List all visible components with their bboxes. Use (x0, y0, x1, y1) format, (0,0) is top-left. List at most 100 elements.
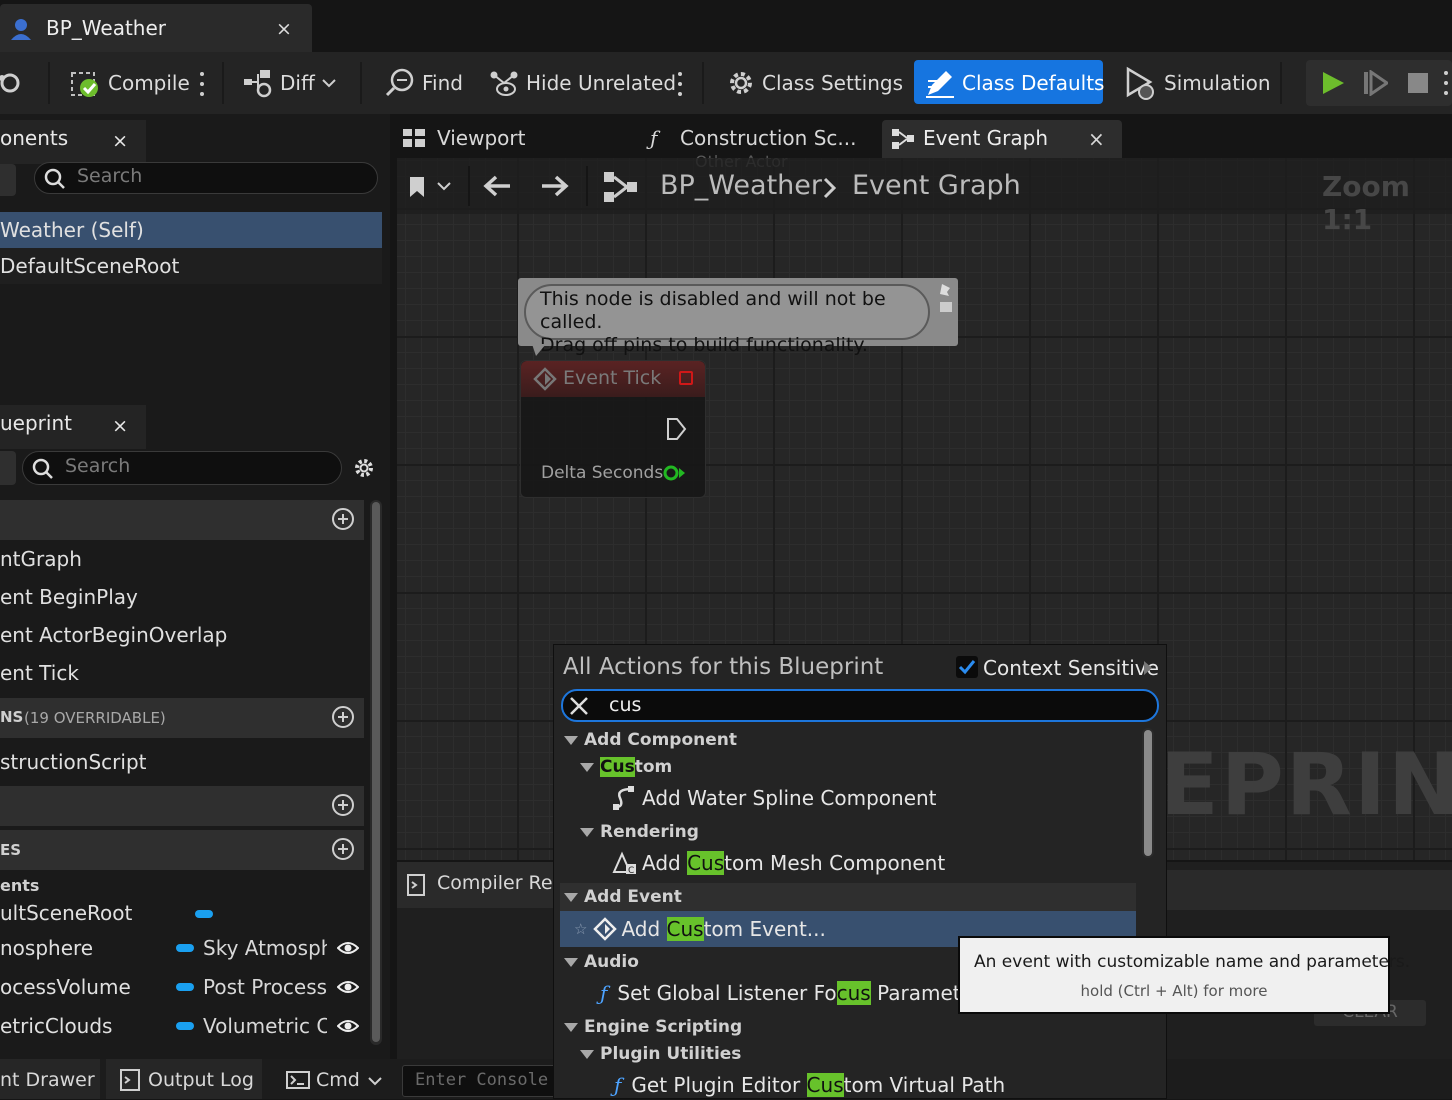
document-tab[interactable]: BP_Weather × (0, 4, 312, 52)
compile-button[interactable]: Compile (70, 60, 190, 106)
action-add-custom-mesh[interactable]: C Add Cus tom Mesh Component (612, 848, 945, 878)
subcategory-plugin-utilities[interactable]: Plugin Utilities (580, 1039, 741, 1069)
category-add-event[interactable]: Add Event (564, 882, 682, 912)
variables-section-header[interactable]: ES (0, 830, 364, 870)
graphs-section-header[interactable] (0, 500, 364, 540)
context-sensitive-label[interactable]: Context Sensitive (983, 656, 1159, 680)
play-options-icon[interactable] (1444, 71, 1448, 95)
visibility-eye-icon[interactable] (337, 980, 359, 994)
forward-arrow-icon[interactable] (540, 174, 570, 198)
match-highlight: Cus (666, 917, 704, 941)
component-row-root[interactable]: DefaultSceneRoot (0, 248, 382, 284)
close-my-blueprint-icon[interactable]: × (112, 415, 128, 437)
output-log-button[interactable]: Output Log (106, 1059, 262, 1099)
add-component-button[interactable] (0, 164, 16, 196)
compiler-tab-label: Compiler Res (437, 872, 563, 894)
close-tab-icon[interactable]: × (276, 18, 292, 40)
add-function-icon[interactable] (332, 706, 354, 728)
graph-item[interactable]: ent BeginPlay (0, 579, 364, 615)
graph-item[interactable]: ent ActorBeginOverlap (0, 617, 364, 653)
subcategory-custom[interactable]: Custom (580, 752, 672, 782)
action-search-value: cus (609, 694, 642, 716)
search-icon (44, 168, 65, 189)
graph-item[interactable]: ntGraph (0, 541, 364, 577)
visibility-eye-icon[interactable] (337, 941, 359, 955)
add-graph-icon[interactable] (332, 508, 354, 530)
breadcrumb-current: Event Graph (852, 170, 1021, 201)
function-item[interactable]: structionScript (0, 744, 364, 780)
play-icon[interactable] (1320, 70, 1346, 96)
clear-search-icon[interactable] (569, 696, 589, 716)
scrollbar-thumb[interactable] (372, 502, 380, 1042)
diff-button[interactable]: Diff (242, 60, 343, 106)
breadcrumb-root[interactable]: BP_Weather (660, 170, 822, 201)
components-search-input[interactable]: Search (34, 162, 378, 194)
add-macro-icon[interactable] (332, 794, 354, 816)
exec-pin-icon[interactable] (665, 417, 687, 441)
content-drawer-button[interactable]: nt Drawer (0, 1059, 100, 1099)
tab-compiler-results[interactable]: Compiler Res (397, 862, 563, 908)
back-arrow-icon[interactable] (482, 174, 512, 198)
component-row-self[interactable]: Weather (Self) (0, 212, 382, 248)
action-add-water-spline[interactable]: Add Water Spline Component (612, 783, 937, 813)
cmd-label: Cmd (316, 1069, 360, 1091)
chevron-right-icon[interactable] (1143, 660, 1153, 676)
stop-icon[interactable] (1406, 71, 1430, 95)
find-label: Find (422, 71, 463, 95)
tab-event-graph[interactable]: Event Graph × (882, 120, 1122, 158)
action-add-custom-event[interactable]: ☆ Add Cus tom Event... (574, 914, 826, 944)
action-label: tom Virtual Path (843, 1073, 1006, 1097)
class-defaults-button[interactable]: Class Defaults (914, 60, 1104, 104)
class-settings-label: Class Settings (762, 71, 904, 95)
components-tab[interactable]: onents × (0, 120, 146, 164)
node-header[interactable]: Event Tick (521, 361, 705, 397)
close-components-icon[interactable]: × (112, 130, 128, 152)
float-pin-icon[interactable] (663, 464, 687, 482)
find-button[interactable]: Find (384, 60, 463, 106)
action-get-plugin-path[interactable]: ƒ Get Plugin Editor Cus tom Virtual Path (614, 1070, 1005, 1100)
comment-pointer (532, 344, 546, 356)
visibility-eye-icon[interactable] (337, 1019, 359, 1033)
my-blueprint-tab[interactable]: ueprint × (0, 405, 146, 449)
hide-unrelated-options-icon[interactable] (678, 72, 682, 96)
settings-gear-icon[interactable] (352, 456, 376, 480)
blueprint-scrollbar[interactable] (370, 500, 382, 1045)
nav-divider (586, 166, 588, 206)
variable-type-label: Volumetric Cl (203, 1014, 327, 1038)
category-add-component[interactable]: Add Component (564, 725, 737, 755)
bookmark-icon[interactable] (408, 175, 454, 199)
nav-divider (468, 166, 470, 206)
blueprint-search-input[interactable]: Search (22, 451, 342, 485)
class-settings-button[interactable]: Class Settings (726, 60, 903, 106)
action-menu-scrollbar[interactable] (1142, 728, 1154, 858)
compile-options-icon[interactable] (200, 72, 204, 96)
delegate-pin-icon[interactable] (679, 371, 693, 385)
console-input[interactable]: Enter Console (402, 1065, 562, 1097)
action-set-listener-focus[interactable]: ƒ Set Global Listener Fo cus Parameters (600, 978, 992, 1008)
chevron-down-icon (322, 79, 336, 88)
graph-item[interactable]: ent Tick (0, 655, 364, 691)
event-tick-node[interactable]: Event Tick Delta Seconds (520, 360, 706, 498)
macros-section-header[interactable] (0, 786, 364, 826)
add-member-button[interactable] (0, 451, 16, 485)
variable-row[interactable]: ultSceneRoot (0, 895, 364, 931)
tab-viewport[interactable]: Viewport (397, 120, 637, 158)
context-sensitive-checkbox[interactable] (956, 656, 978, 678)
close-event-graph-icon[interactable]: × (1088, 127, 1105, 151)
hide-unrelated-button[interactable]: Hide Unrelated (488, 60, 676, 106)
browse-icon[interactable] (0, 60, 30, 106)
scrollbar-thumb[interactable] (1144, 730, 1152, 856)
pin-comment-icon[interactable] (938, 282, 954, 314)
step-icon[interactable] (1362, 70, 1388, 96)
compile-check-icon (71, 72, 98, 97)
favorite-star-icon[interactable]: ☆ (574, 920, 587, 938)
add-variable-icon[interactable] (332, 838, 354, 860)
category-engine-scripting[interactable]: Engine Scripting (564, 1012, 742, 1042)
subcategory-rendering[interactable]: Rendering (580, 817, 699, 847)
action-search-input[interactable]: cus (561, 689, 1159, 722)
cmd-dropdown[interactable]: Cmd (272, 1059, 392, 1099)
checkmark-icon (958, 660, 976, 675)
functions-section-header[interactable]: NS (19 OVERRIDABLE) (0, 698, 364, 738)
simulation-button[interactable]: Simulation (1124, 60, 1271, 106)
category-audio[interactable]: Audio (564, 947, 639, 977)
